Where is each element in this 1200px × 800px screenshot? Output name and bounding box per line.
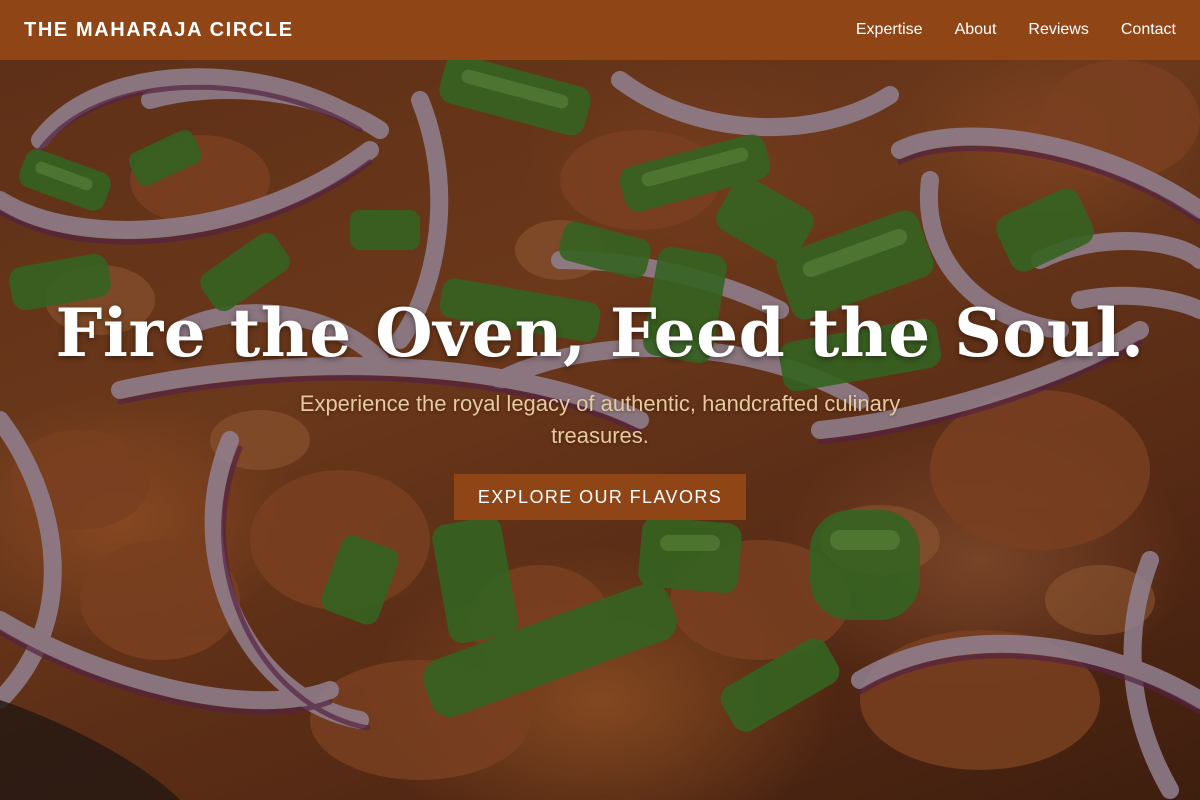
- nav-links: Expertise About Reviews Contact: [856, 21, 1176, 39]
- hero-section: Fire the Oven, Feed the Soul. Experience…: [0, 290, 1200, 520]
- brand-logo[interactable]: THE MAHARAJA CIRCLE: [24, 19, 294, 42]
- page: THE MAHARAJA CIRCLE Expertise About Revi…: [0, 0, 1200, 800]
- nav-link-contact[interactable]: Contact: [1121, 21, 1176, 39]
- nav-link-expertise[interactable]: Expertise: [856, 21, 923, 39]
- hero-subtitle: Experience the royal legacy of authentic…: [299, 391, 901, 448]
- hero-title: Fire the Oven, Feed the Soul.: [55, 294, 1145, 372]
- explore-flavors-button[interactable]: EXPLORE OUR FLAVORS: [453, 474, 747, 520]
- navbar: THE MAHARAJA CIRCLE Expertise About Revi…: [0, 0, 1200, 60]
- nav-link-reviews[interactable]: Reviews: [1028, 21, 1088, 39]
- nav-link-about[interactable]: About: [955, 21, 997, 39]
